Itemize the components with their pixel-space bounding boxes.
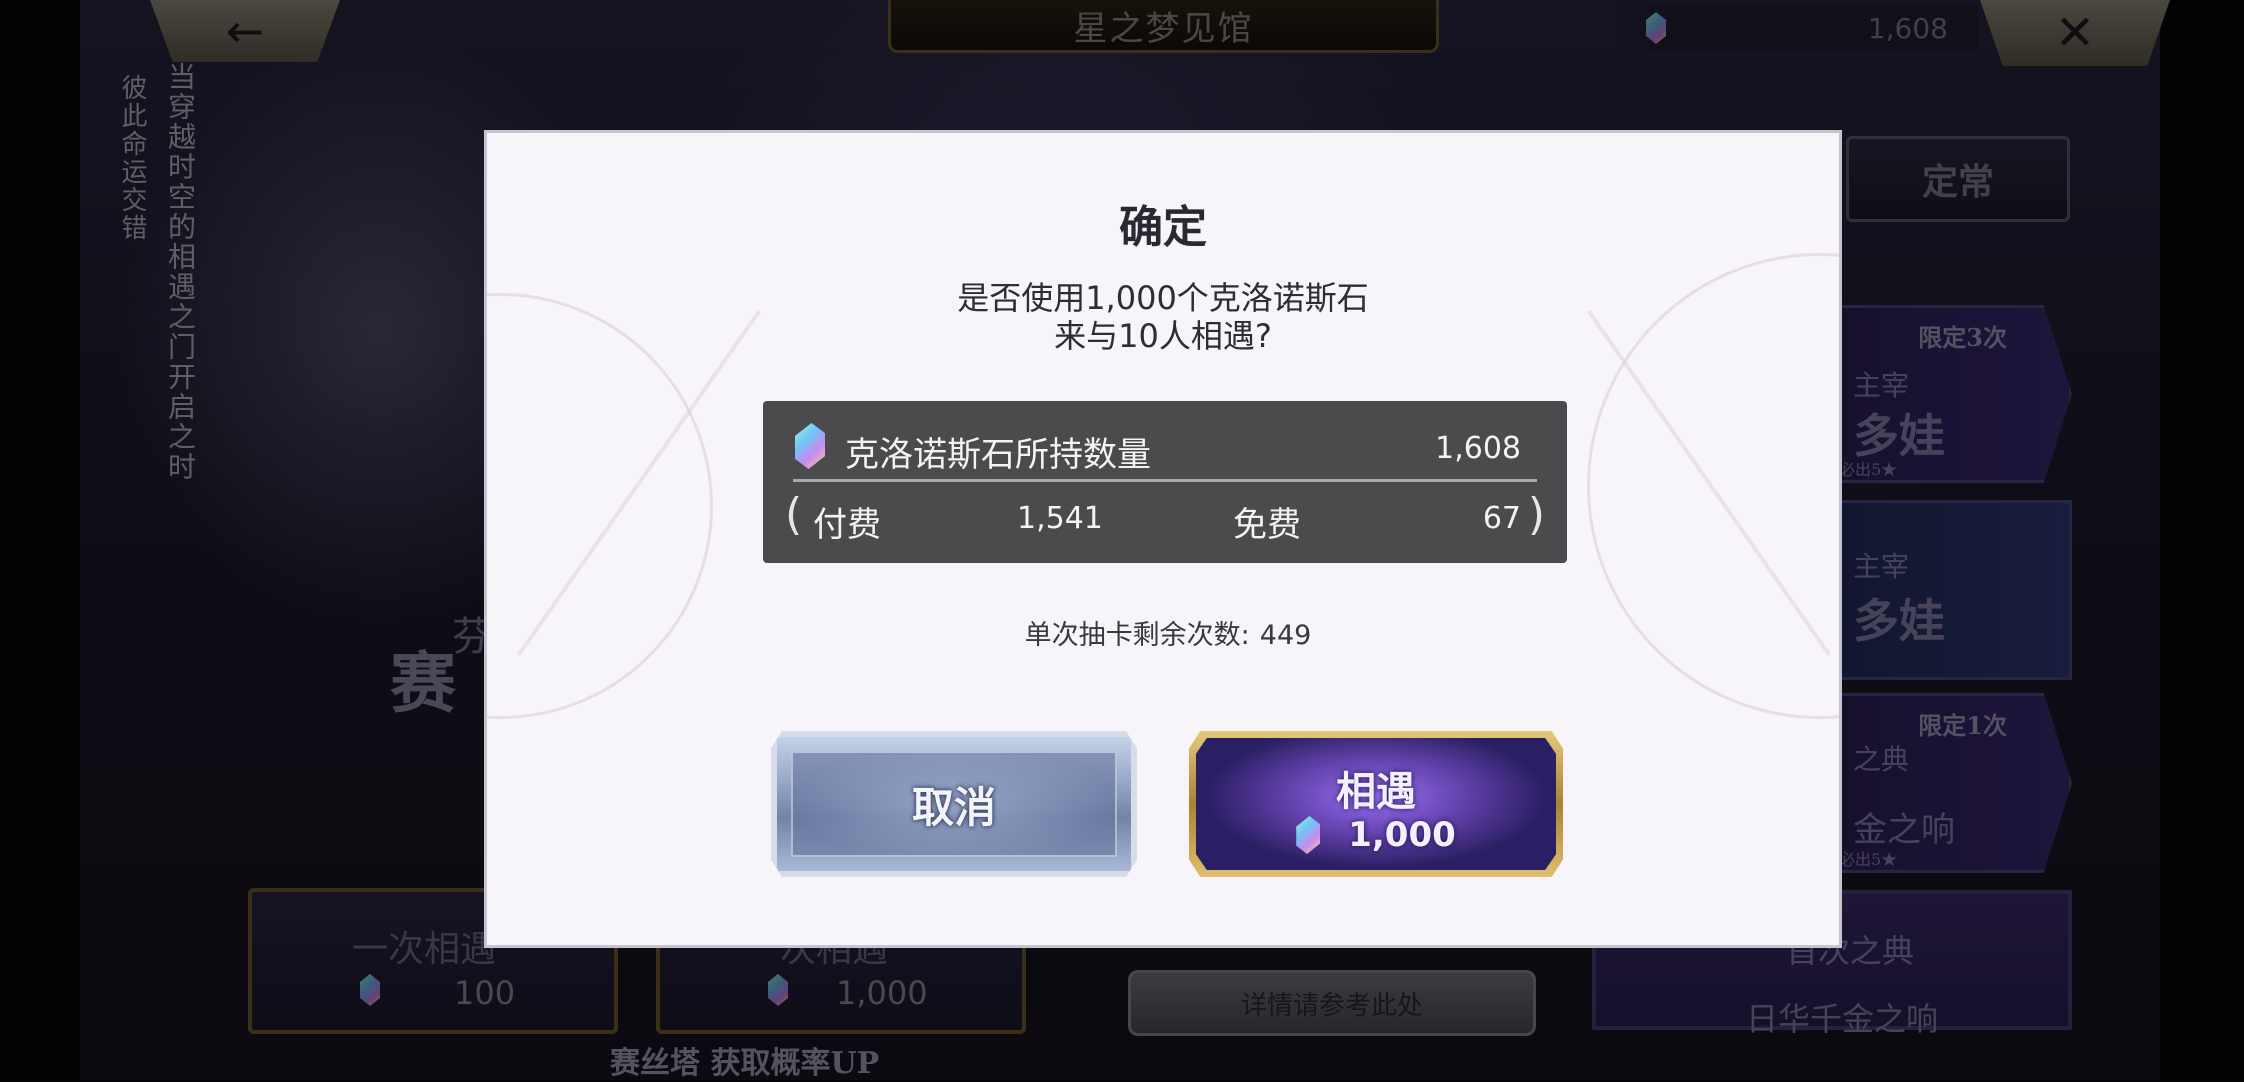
crystal-holdings-panel: 克洛诺斯石所持数量 1,608 ( 付费 1,541 免费 67 ): [763, 401, 1567, 563]
paren-close: ): [1527, 489, 1545, 540]
paren-open: (: [785, 489, 803, 540]
free-label: 免费: [1233, 505, 1301, 545]
confirm-summon-button[interactable]: 相遇 1,000: [1189, 731, 1563, 877]
divider: [793, 479, 1537, 482]
confirm-cost-value: 1,000: [1348, 815, 1456, 855]
paid-value: 1,541: [1017, 501, 1103, 536]
cancel-button-label: 取消: [911, 782, 996, 832]
confirm-cost: 1,000: [1189, 815, 1563, 855]
dialog-message: 是否使用1,000个克洛诺斯石 来与10人相遇?: [487, 279, 1839, 355]
dialog-message-line1: 是否使用1,000个克洛诺斯石: [957, 279, 1369, 317]
paid-label: 付费: [813, 505, 881, 545]
confirm-button-label: 相遇: [1336, 769, 1416, 815]
remaining-draws: 单次抽卡剩余次数: 449: [487, 613, 1839, 652]
remaining-label: 单次抽卡剩余次数:: [1024, 620, 1250, 651]
confirm-dialog: 确定 是否使用1,000个克洛诺斯石 来与10人相遇? 克洛诺斯石所持数量 1,…: [484, 130, 1842, 948]
crystal-icon: [1296, 816, 1321, 854]
cancel-button[interactable]: 取消: [771, 731, 1137, 877]
dialog-message-line2: 来与10人相遇?: [1054, 317, 1272, 355]
holdings-value: 1,608: [1435, 431, 1521, 466]
dialog-title: 确定: [1119, 202, 1207, 253]
holdings-label: 克洛诺斯石所持数量: [845, 435, 1151, 475]
remaining-value: 449: [1259, 620, 1312, 651]
free-value: 67: [1482, 501, 1521, 536]
crystal-icon: [795, 423, 825, 469]
